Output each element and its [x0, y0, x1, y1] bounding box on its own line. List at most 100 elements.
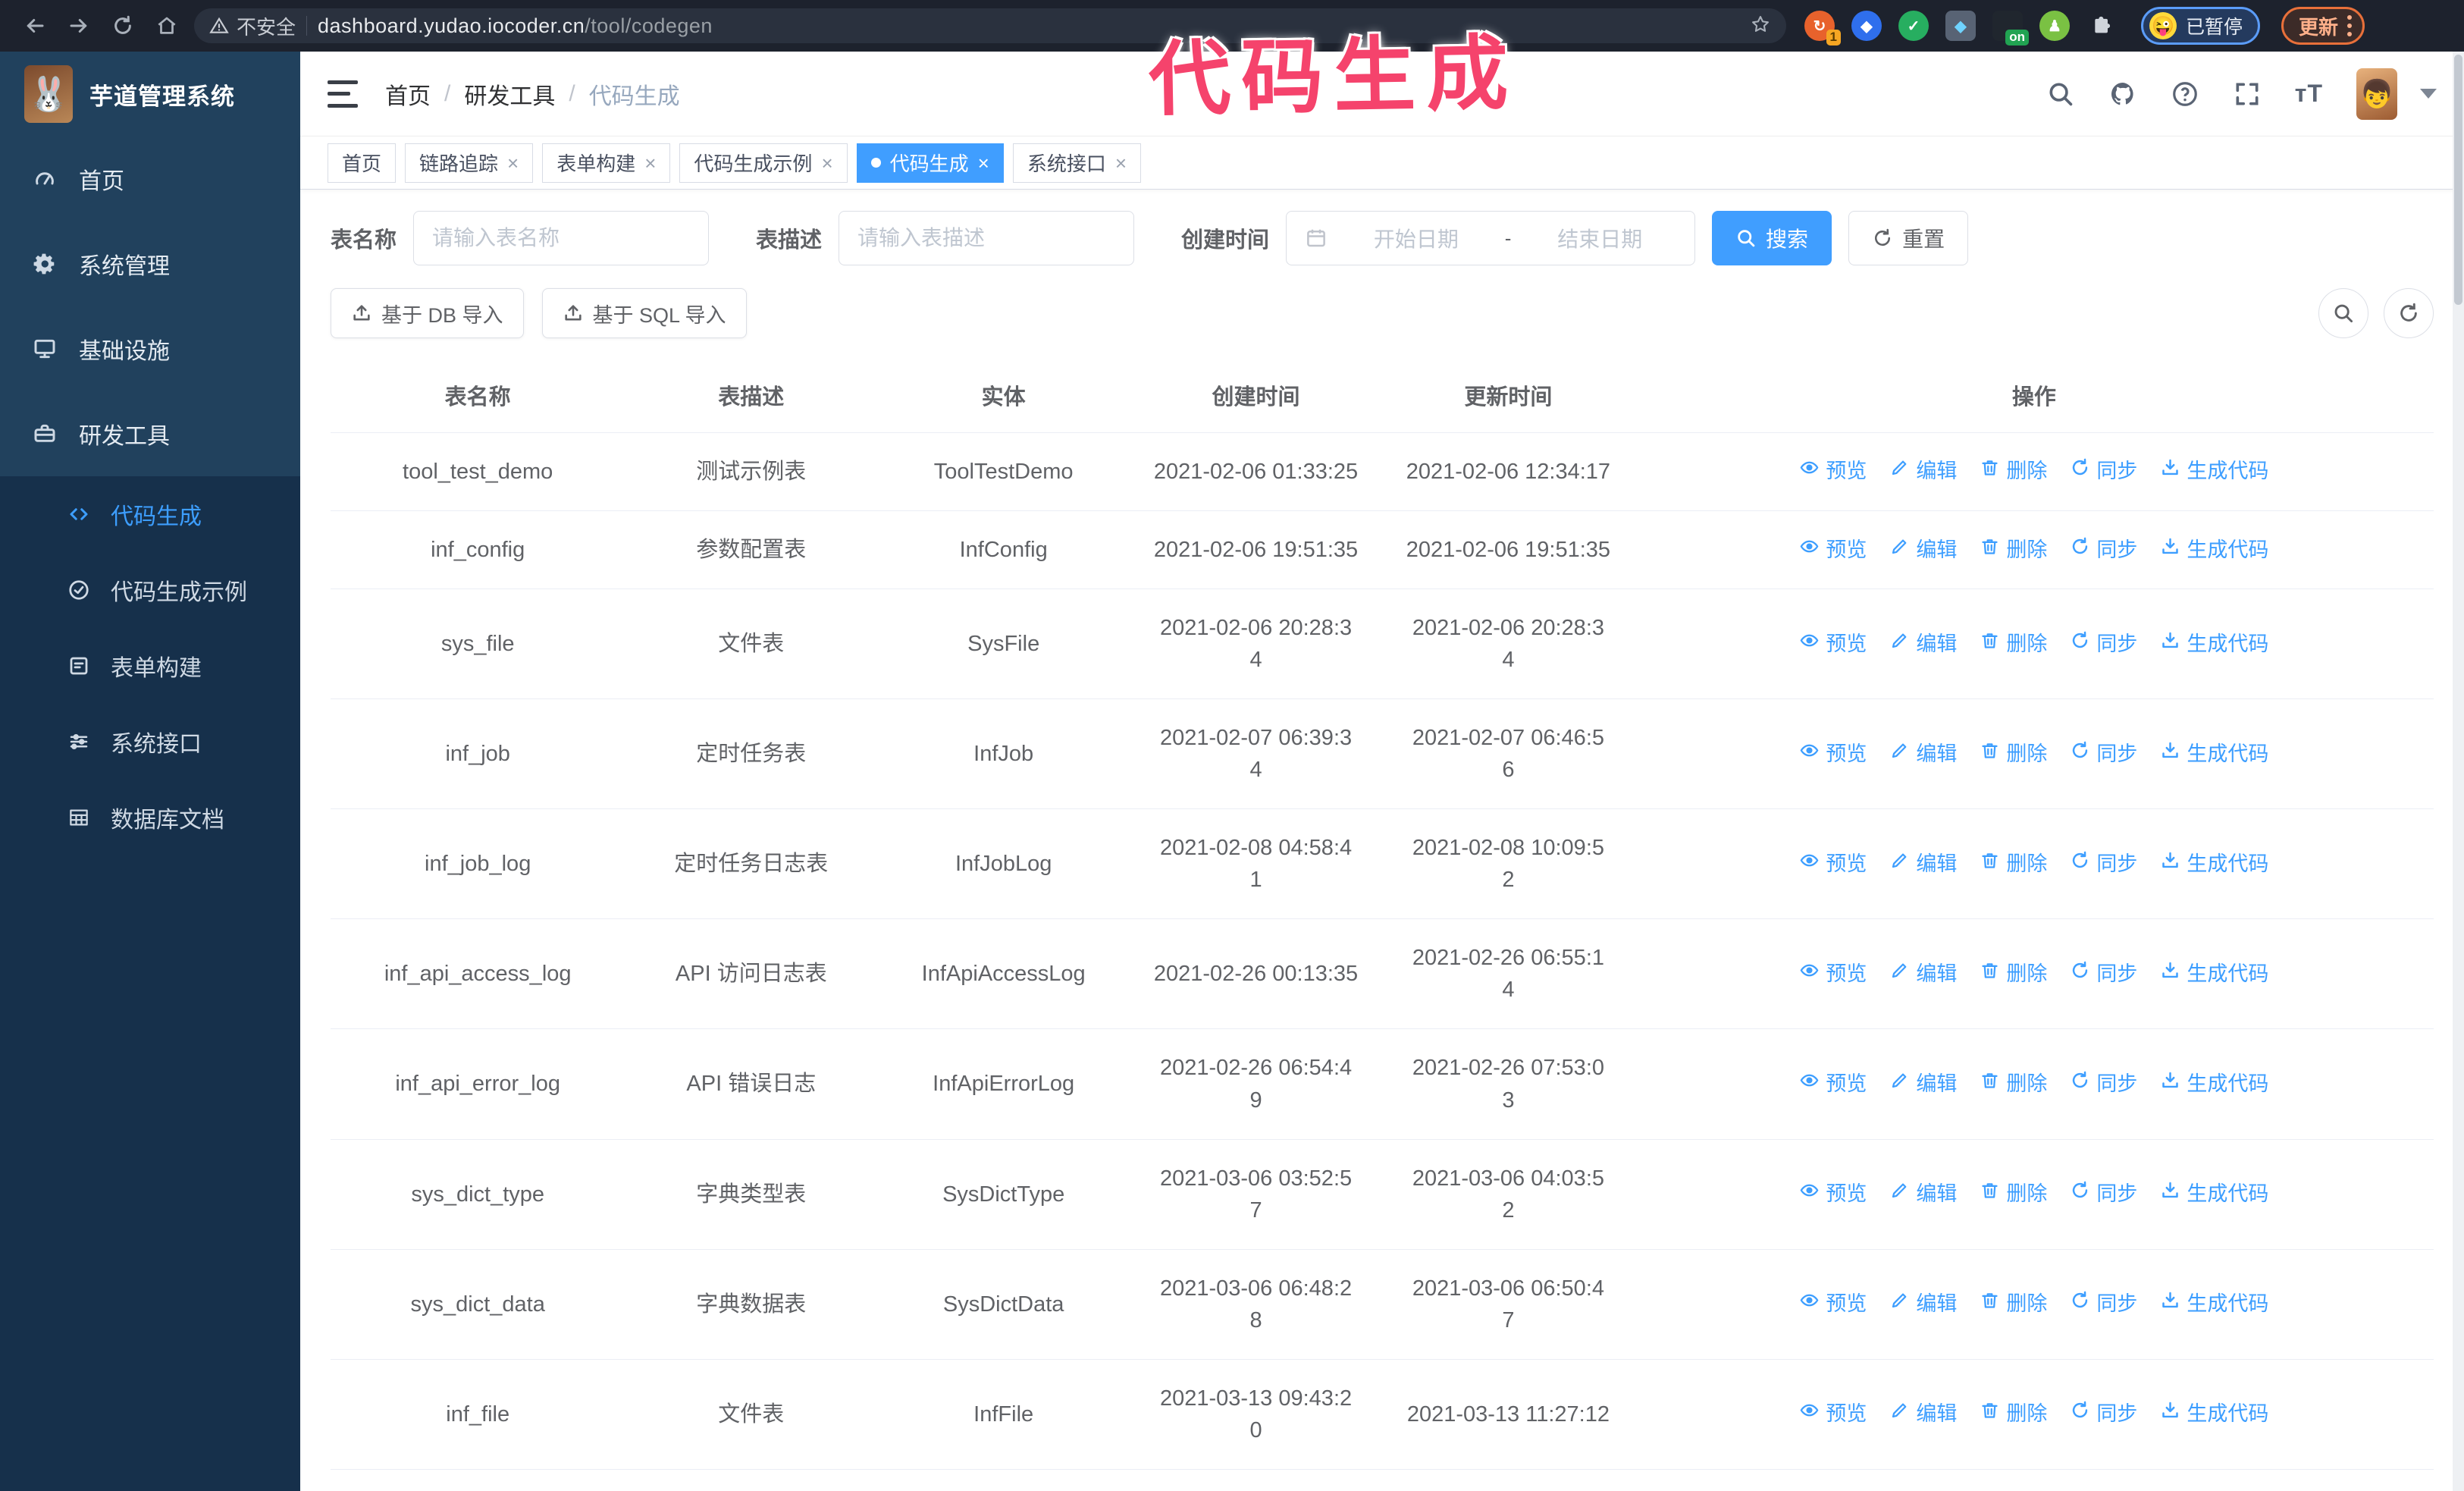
scrollbar-thumb[interactable] — [2454, 55, 2462, 305]
sidebar-item-数据库文档[interactable]: 数据库文档 — [0, 780, 300, 855]
sidebar-item-研发工具[interactable]: 研发工具 — [0, 391, 300, 476]
preview-action[interactable]: 预览 — [1799, 1399, 1867, 1429]
extension-icon[interactable]: ↻ 1 — [1804, 11, 1841, 46]
tab-链路追踪[interactable]: 链路追踪 × — [405, 143, 534, 183]
generate-code-action[interactable]: 生成代码 — [2160, 849, 2268, 879]
sidebar-item-表单构建[interactable]: 表单构建 — [0, 628, 300, 704]
delete-action[interactable]: 删除 — [1980, 535, 2047, 565]
sync-action[interactable]: 同步 — [2070, 959, 2137, 989]
preview-action[interactable]: 预览 — [1799, 629, 1867, 659]
delete-action[interactable]: 删除 — [1980, 849, 2047, 879]
generate-code-action[interactable]: 生成代码 — [2160, 1069, 2268, 1099]
generate-code-action[interactable]: 生成代码 — [2160, 1179, 2268, 1209]
sidebar-item-代码生成[interactable]: 代码生成 — [0, 476, 300, 552]
tab-代码生成示例[interactable]: 代码生成示例 × — [679, 143, 848, 183]
browser-forward-icon[interactable] — [62, 9, 96, 42]
preview-action[interactable]: 预览 — [1799, 535, 1867, 565]
search-icon[interactable] — [2046, 80, 2075, 108]
user-avatar[interactable]: 👦 — [2356, 67, 2397, 120]
breadcrumb-home[interactable]: 首页 — [385, 77, 431, 111]
extension-gem-icon[interactable]: ◆ — [1851, 11, 1882, 41]
breadcrumb-devtools[interactable]: 研发工具 — [464, 77, 555, 111]
extension-robot-icon[interactable]: ♟ — [2039, 11, 2070, 41]
browser-reload-icon[interactable] — [106, 9, 140, 42]
bookmark-star-icon[interactable] — [1750, 14, 1771, 39]
edit-action[interactable]: 编辑 — [1889, 457, 1957, 486]
delete-action[interactable]: 删除 — [1980, 739, 2047, 769]
tab-首页[interactable]: 首页 — [328, 143, 397, 183]
preview-action[interactable]: 预览 — [1799, 739, 1867, 769]
sidebar-toggle-icon[interactable] — [328, 80, 358, 108]
preview-action[interactable]: 预览 — [1799, 959, 1867, 989]
preview-action[interactable]: 预览 — [1799, 457, 1867, 486]
sidebar-item-系统管理[interactable]: 系统管理 — [0, 221, 300, 306]
preview-action[interactable]: 预览 — [1799, 849, 1867, 879]
browser-menu-icon[interactable] — [2347, 15, 2353, 36]
close-icon[interactable]: × — [821, 153, 832, 173]
edit-action[interactable]: 编辑 — [1889, 1399, 1957, 1429]
sync-action[interactable]: 同步 — [2070, 457, 2137, 486]
edit-action[interactable]: 编辑 — [1889, 739, 1957, 769]
close-icon[interactable]: × — [644, 153, 656, 173]
generate-code-action[interactable]: 生成代码 — [2160, 739, 2268, 769]
generate-code-action[interactable]: 生成代码 — [2160, 629, 2268, 659]
security-warning[interactable]: 不安全 — [209, 12, 296, 40]
delete-action[interactable]: 删除 — [1980, 1069, 2047, 1099]
browser-update-button[interactable]: 更新 — [2281, 7, 2365, 45]
help-icon[interactable] — [2171, 80, 2199, 108]
import-sql-button[interactable]: 基于 SQL 导入 — [541, 288, 747, 338]
search-button[interactable]: 搜索 — [1712, 211, 1832, 265]
extension-tile-icon[interactable]: ◆ — [1945, 11, 1976, 41]
extensions-puzzle-icon[interactable] — [2086, 11, 2117, 41]
sync-action[interactable]: 同步 — [2070, 739, 2137, 769]
sync-action[interactable]: 同步 — [2070, 629, 2137, 659]
generate-code-action[interactable]: 生成代码 — [2160, 535, 2268, 565]
delete-action[interactable]: 删除 — [1980, 629, 2047, 659]
sync-action[interactable]: 同步 — [2070, 535, 2137, 565]
edit-action[interactable]: 编辑 — [1889, 1069, 1957, 1099]
import-db-button[interactable]: 基于 DB 导入 — [331, 288, 524, 338]
edit-action[interactable]: 编辑 — [1889, 849, 1957, 879]
tab-代码生成[interactable]: 代码生成 × — [856, 143, 1004, 183]
close-icon[interactable]: × — [507, 153, 519, 173]
browser-home-icon[interactable] — [150, 9, 183, 42]
delete-action[interactable]: 删除 — [1980, 1399, 2047, 1429]
sync-action[interactable]: 同步 — [2070, 849, 2137, 879]
sidebar-item-首页[interactable]: 首页 — [0, 137, 300, 221]
tab-系统接口[interactable]: 系统接口 × — [1012, 143, 1142, 183]
delete-action[interactable]: 删除 — [1980, 1289, 2047, 1319]
delete-action[interactable]: 删除 — [1980, 1179, 2047, 1209]
extension-check-icon[interactable]: ✓ — [1898, 11, 1929, 41]
edit-action[interactable]: 编辑 — [1889, 535, 1957, 565]
table-desc-input[interactable] — [839, 211, 1135, 265]
toggle-search-button[interactable] — [2318, 288, 2368, 338]
preview-action[interactable]: 预览 — [1799, 1289, 1867, 1319]
sync-action[interactable]: 同步 — [2070, 1179, 2137, 1209]
font-size-icon[interactable]: ᴛT — [2295, 80, 2323, 108]
delete-action[interactable]: 删除 — [1980, 457, 2047, 486]
sidebar-item-系统接口[interactable]: 系统接口 — [0, 704, 300, 780]
edit-action[interactable]: 编辑 — [1889, 959, 1957, 989]
refresh-table-button[interactable] — [2384, 288, 2434, 338]
delete-action[interactable]: 删除 — [1980, 959, 2047, 989]
extension-dark-icon[interactable]: on — [1992, 11, 2029, 46]
edit-action[interactable]: 编辑 — [1889, 1179, 1957, 1209]
generate-code-action[interactable]: 生成代码 — [2160, 1399, 2268, 1429]
reset-button[interactable]: 重置 — [1848, 211, 1969, 265]
github-icon[interactable] — [2108, 80, 2137, 108]
preview-action[interactable]: 预览 — [1799, 1179, 1867, 1209]
edit-action[interactable]: 编辑 — [1889, 1289, 1957, 1319]
start-date-placeholder[interactable]: 开始日期 — [1340, 223, 1493, 253]
app-logo-row[interactable]: 🐰 芋道管理系统 — [0, 52, 300, 137]
sidebar-item-代码生成示例[interactable]: 代码生成示例 — [0, 552, 300, 628]
sync-action[interactable]: 同步 — [2070, 1069, 2137, 1099]
fullscreen-icon[interactable] — [2233, 80, 2262, 108]
end-date-placeholder[interactable]: 结束日期 — [1523, 223, 1676, 253]
browser-profile-chip[interactable]: 😜 已暂停 — [2141, 7, 2261, 45]
sidebar-item-基础设施[interactable]: 基础设施 — [0, 306, 300, 391]
tab-表单构建[interactable]: 表单构建 × — [542, 143, 671, 183]
sync-action[interactable]: 同步 — [2070, 1289, 2137, 1319]
address-bar[interactable]: 不安全 dashboard.yudao.iocoder.cn/tool/code… — [194, 8, 1786, 43]
sync-action[interactable]: 同步 — [2070, 1399, 2137, 1429]
generate-code-action[interactable]: 生成代码 — [2160, 457, 2268, 486]
